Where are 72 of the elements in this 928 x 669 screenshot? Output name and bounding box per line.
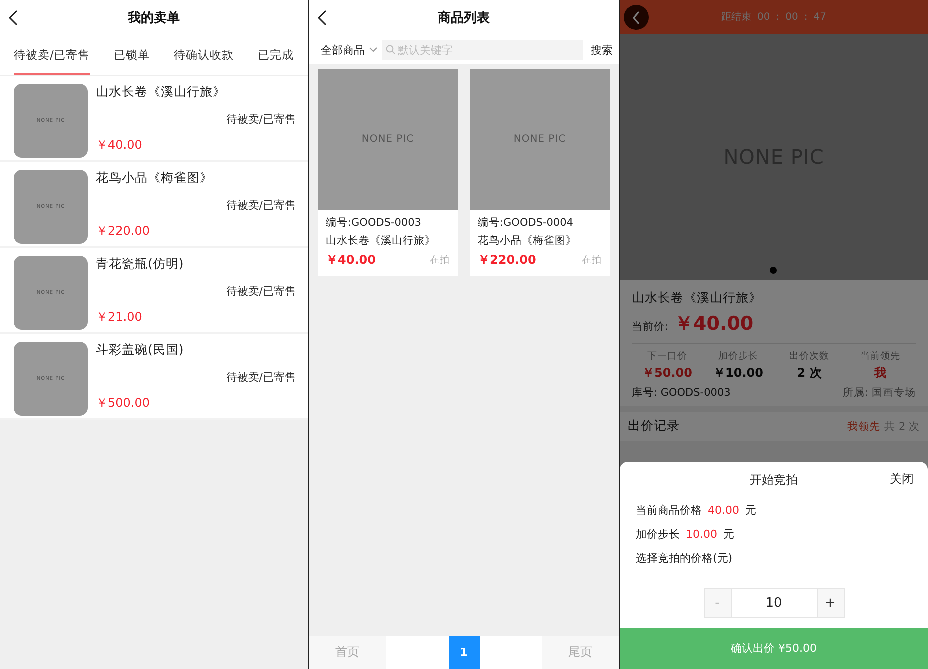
- countdown-digits: 00: [758, 12, 770, 22]
- order-tab[interactable]: 已完成: [258, 36, 294, 75]
- price-label: 当前价:: [632, 320, 669, 334]
- item-price: ￥500.00: [96, 395, 151, 412]
- chevron-down-icon: [369, 47, 378, 53]
- product-price: ￥220.00: [478, 252, 536, 269]
- stat-label: 加价步长: [718, 350, 758, 363]
- bid-count: 共 2 次: [884, 420, 920, 434]
- item-price: ￥21.00: [96, 309, 144, 326]
- current-price: ￥40.00: [674, 312, 754, 337]
- product-name: 山水长卷《溪山行旅》: [632, 290, 763, 307]
- quantity-field[interactable]: 10: [732, 588, 816, 618]
- product-name: 山水长卷《溪山行旅》: [326, 234, 437, 248]
- search-icon: [386, 45, 396, 55]
- stock-number: 库号: GOODS-0003: [632, 386, 731, 400]
- order-status: 待被卖/已寄售: [226, 112, 296, 126]
- field-value: 40.00: [708, 504, 740, 516]
- product-card[interactable]: NONE PIC 编号:GOODS-0003 山水长卷《溪山行旅》 ￥40.00 在拍: [318, 69, 458, 276]
- category-dropdown[interactable]: 全部商品: [321, 42, 365, 58]
- stat-value: ￥50.00: [642, 365, 692, 382]
- colon-separator: :: [776, 12, 780, 22]
- stat-value: ￥10.00: [714, 365, 764, 382]
- stat-label: 下一口价: [648, 350, 688, 363]
- page-title: 我的卖单: [128, 10, 180, 27]
- back-icon: [632, 10, 641, 24]
- field-label: 加价步长: [636, 526, 680, 542]
- close-button[interactable]: 关闭: [890, 471, 914, 488]
- field-value: 10.00: [686, 528, 718, 540]
- countdown-digits: 47: [814, 12, 826, 22]
- back-icon[interactable]: [317, 10, 329, 26]
- product-card[interactable]: NONE PIC 编号:GOODS-0004 花鸟小品《梅雀图》 ￥220.00 在拍: [470, 69, 610, 276]
- order-status: 待被卖/已寄售: [226, 284, 296, 298]
- image-caption: NONE PIC: [362, 134, 414, 145]
- leader-text: 我领先: [848, 420, 881, 434]
- carousel-dot[interactable]: [770, 267, 777, 274]
- auction-status: 在拍: [430, 254, 450, 267]
- plus-button[interactable]: +: [816, 588, 844, 618]
- stat-label: 出价次数: [790, 350, 830, 363]
- image-caption: NONE PIC: [514, 134, 566, 145]
- countdown-digits: 00: [786, 12, 798, 22]
- page-title: 商品列表: [438, 10, 490, 27]
- item-name: 山水长卷《溪山行旅》: [96, 84, 227, 101]
- product-code: 编号:GOODS-0004: [478, 216, 574, 230]
- item-price: ￥220.00: [96, 223, 151, 240]
- search-button[interactable]: 搜索: [587, 42, 613, 58]
- item-name: 花鸟小品《梅雀图》: [96, 170, 214, 187]
- product-name: 花鸟小品《梅雀图》: [478, 234, 578, 248]
- product-code: 编号:GOODS-0003: [326, 216, 422, 230]
- field-label: 选择竞拍的价格(元): [636, 550, 733, 566]
- stat-label: 当前领先: [860, 350, 900, 363]
- item-name: 青花瓷瓶(仿明): [96, 256, 185, 273]
- colon-separator: :: [804, 12, 808, 22]
- order-status: 待被卖/已寄售: [226, 370, 296, 384]
- order-status: 待被卖/已寄售: [226, 198, 296, 212]
- field-label: 当前商品价格: [636, 502, 702, 518]
- item-name: 斗彩盖碗(民国): [96, 342, 185, 359]
- unit-label: 元: [724, 526, 734, 542]
- product-price: ￥40.00: [326, 252, 376, 269]
- section-title: 出价记录: [628, 418, 680, 435]
- back-icon[interactable]: [8, 10, 20, 26]
- back-button[interactable]: [624, 5, 649, 30]
- search-field[interactable]: 默认关键字: [382, 40, 583, 60]
- item-price: ￥40.00: [96, 137, 144, 154]
- countdown-label: 距结束: [722, 10, 752, 24]
- stat-value: 我: [874, 365, 886, 382]
- auction-status: 在拍: [582, 254, 602, 267]
- order-tab[interactable]: 待确认收款: [174, 36, 234, 75]
- category-info: 所属: 国画专场: [843, 386, 916, 400]
- unit-label: 元: [746, 502, 756, 518]
- stat-value: 2 次: [797, 365, 822, 382]
- order-tab[interactable]: 已锁单: [114, 36, 150, 75]
- sheet-title: 开始竞拍: [750, 472, 798, 488]
